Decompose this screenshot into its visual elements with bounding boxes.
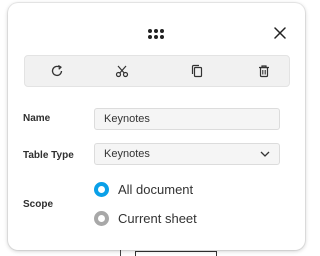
refresh-icon: [51, 65, 63, 77]
scope-option-current-sheet[interactable]: Current sheet: [94, 208, 197, 228]
toolbar: [24, 55, 290, 87]
refresh-button[interactable]: [46, 61, 68, 81]
scope-option-label: Current sheet: [118, 210, 197, 226]
table-type-value: Keynotes: [104, 148, 150, 160]
close-button[interactable]: [270, 23, 290, 43]
close-icon: [274, 27, 286, 39]
name-field[interactable]: [94, 108, 280, 130]
scope-label: Scope: [23, 199, 54, 210]
chevron-down-icon: [260, 151, 270, 157]
name-label: Name: [23, 113, 51, 124]
copy-button[interactable]: [186, 61, 208, 81]
table-type-label: Table Type: [23, 150, 74, 161]
radio-unselected-icon[interactable]: [94, 210, 109, 226]
radio-selected-icon[interactable]: [94, 181, 109, 197]
cut-button[interactable]: [111, 61, 133, 81]
scissors-icon: [115, 65, 129, 78]
scope-option-label: All document: [118, 181, 194, 197]
trash-icon: [259, 65, 269, 78]
keynote-table-panel: Name Table Type Keynotes Scope All docum…: [8, 3, 305, 250]
copy-icon: [191, 64, 203, 78]
drag-handle-icon[interactable]: [147, 27, 165, 39]
name-input[interactable]: [104, 113, 270, 125]
scope-option-all-document[interactable]: All document: [94, 179, 193, 199]
background-frame: [135, 251, 217, 256]
table-type-select[interactable]: Keynotes: [94, 143, 280, 165]
delete-button[interactable]: [253, 61, 275, 81]
